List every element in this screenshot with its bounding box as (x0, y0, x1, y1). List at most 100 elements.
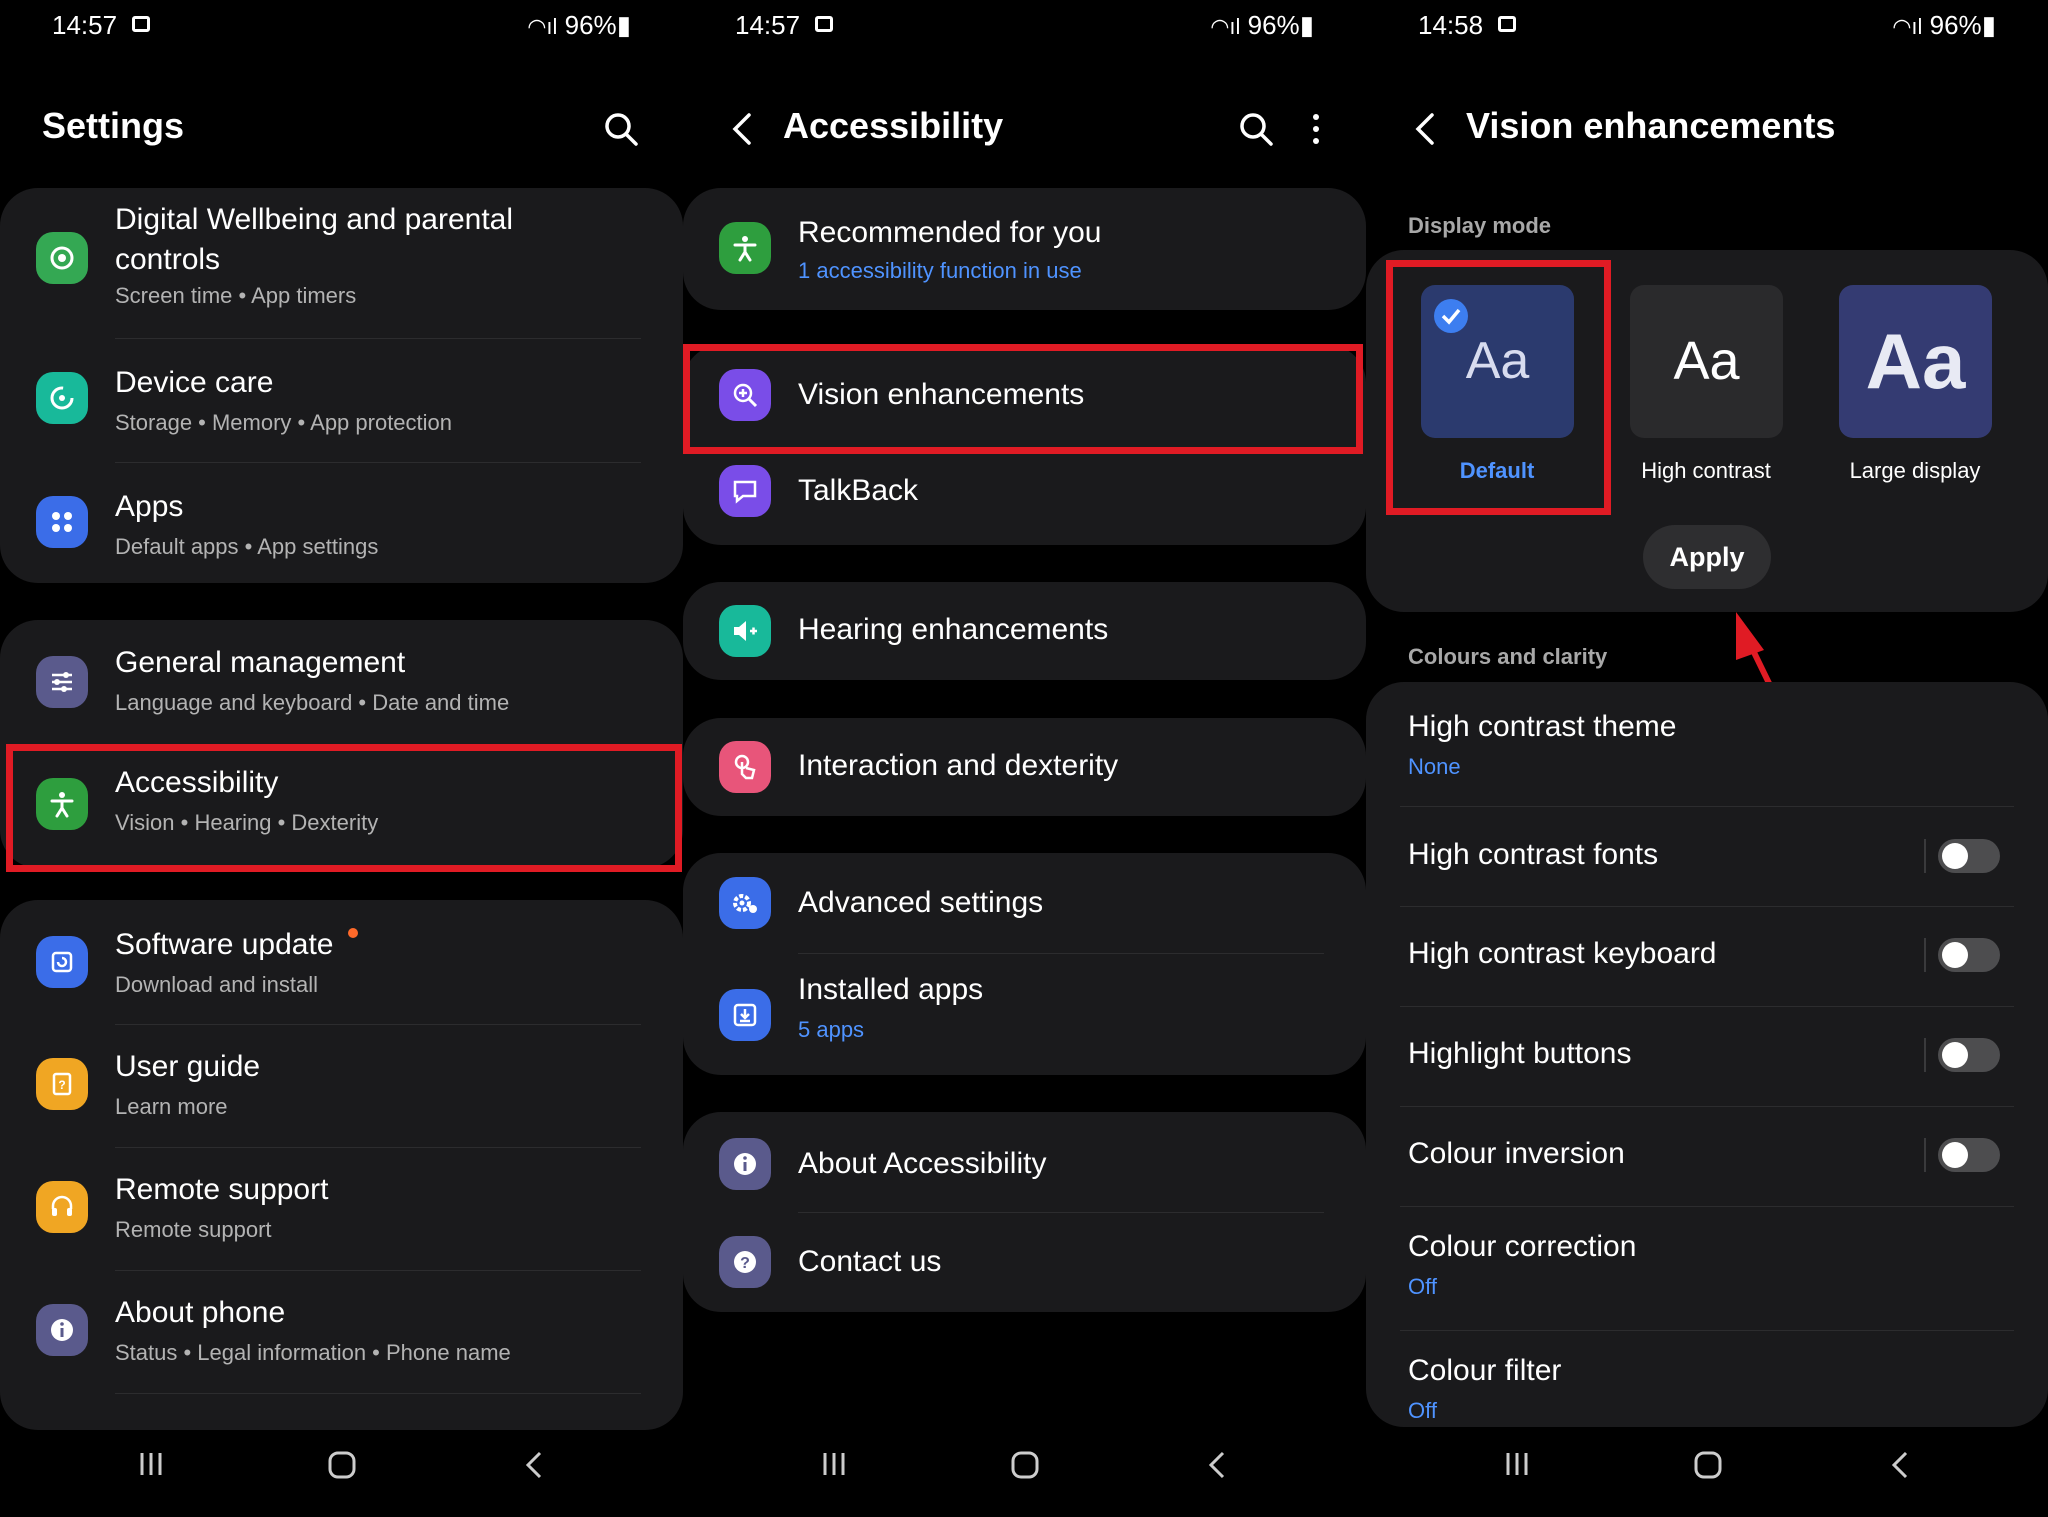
item-title: Highlight buttons (1408, 1037, 1632, 1070)
more-options-icon[interactable] (1306, 109, 1326, 149)
setting-colour-correction[interactable]: Colour correction Off (1366, 1206, 2048, 1330)
back-arrow-icon[interactable] (723, 109, 763, 149)
item-subtitle: 1 accessibility function in use (798, 258, 1082, 283)
a11y-item-installed-apps[interactable]: Installed apps 5 apps (683, 953, 1366, 1075)
status-time: 14:57 (52, 10, 118, 40)
status-time: 14:57 (735, 10, 801, 40)
back-icon[interactable] (1203, 1449, 1233, 1481)
divider (115, 1393, 641, 1394)
item-subtitle: Default apps • App settings (115, 534, 379, 559)
item-subtitle: Remote support (115, 1217, 272, 1242)
navigation-bar (0, 1427, 683, 1517)
navigation-bar (683, 1427, 1366, 1517)
recent-apps-icon[interactable] (136, 1449, 166, 1479)
general-management-icon (36, 656, 88, 708)
toggle-switch[interactable] (1938, 1138, 2000, 1172)
toggle-switch[interactable] (1938, 938, 2000, 972)
status-bar: 14:57 ◠ıl 96%▮ (0, 10, 683, 50)
battery-icon: ▮ (1299, 10, 1314, 40)
settings-screen: 14:57 ◠ıl 96%▮ Settings Digital Wellbein… (0, 0, 683, 1517)
item-title: TalkBack (798, 474, 919, 507)
item-title: Colour correction (1408, 1230, 1637, 1263)
svg-text:?: ? (740, 1255, 750, 1272)
a11y-item-advanced-settings[interactable]: Advanced settings (683, 853, 1366, 953)
settings-item-device-care[interactable]: Device care Storage • Memory • App prote… (0, 338, 683, 462)
item-title: Hearing enhancements (798, 613, 1109, 646)
home-icon[interactable] (1009, 1449, 1041, 1481)
item-title: Installed apps (798, 973, 984, 1006)
status-right: ◠ıl 96%▮ (527, 10, 631, 41)
notification-dot (348, 928, 358, 938)
item-subtitle: Learn more (115, 1094, 228, 1119)
item-title: Digital Wellbeing and parental controls (115, 203, 514, 276)
software-update-icon (36, 936, 88, 988)
svg-text:?: ? (58, 1078, 65, 1092)
item-subtitle: Storage • Memory • App protection (115, 410, 453, 435)
item-subtitle: Screen time • App timers (115, 283, 357, 308)
accessibility-screen: 14:57 ◠ıl 96%▮ Accessibility Recommended… (683, 0, 1366, 1517)
divider (1924, 938, 1926, 972)
divider (1924, 1038, 1926, 1072)
setting-highlight-buttons[interactable]: Highlight buttons (1366, 1006, 2048, 1106)
setting-colour-filter[interactable]: Colour filter Off (1366, 1330, 2048, 1427)
toggle-switch[interactable] (1938, 839, 2000, 873)
settings-item-general-management[interactable]: General management Language and keyboard… (0, 620, 683, 744)
vision-enhancements-screen: 14:58 ◠ıl 96%▮ Vision enhancements Displ… (1366, 0, 2048, 1517)
a11y-item-recommended[interactable]: Recommended for you 1 accessibility func… (683, 188, 1366, 310)
search-icon[interactable] (1236, 109, 1276, 149)
home-icon[interactable] (1692, 1449, 1724, 1481)
item-subtitle: Status • Legal information • Phone name (115, 1340, 511, 1365)
settings-item-remote-support[interactable]: Remote support Remote support (0, 1147, 683, 1270)
colours-card: High contrast theme None High contrast f… (1366, 682, 2048, 1427)
setting-high-contrast-theme[interactable]: High contrast theme None (1366, 682, 2048, 806)
toggle-switch[interactable] (1938, 1038, 2000, 1072)
info-icon (719, 1138, 771, 1190)
item-title: User guide (115, 1050, 261, 1083)
divider (1924, 839, 1926, 873)
navigation-bar (1366, 1427, 2048, 1517)
recommended-card: Recommended for you 1 accessibility func… (683, 188, 1366, 310)
a11y-item-about[interactable]: About Accessibility (683, 1112, 1366, 1212)
accessibility-icon (719, 222, 771, 274)
home-icon[interactable] (326, 1449, 358, 1481)
battery-icon: ▮ (616, 10, 631, 40)
search-icon[interactable] (601, 109, 641, 149)
recent-apps-icon[interactable] (1502, 1449, 1532, 1479)
interaction-card: Interaction and dexterity (683, 718, 1366, 816)
settings-item-about-phone[interactable]: About phone Status • Legal information •… (0, 1270, 683, 1393)
talkback-icon (719, 465, 771, 517)
settings-item-apps[interactable]: Apps Default apps • App settings (0, 462, 683, 583)
recent-apps-icon[interactable] (819, 1449, 849, 1479)
setting-high-contrast-keyboard[interactable]: High contrast keyboard (1366, 906, 2048, 1006)
a11y-item-contact-us[interactable]: ? Contact us (683, 1212, 1366, 1312)
divider (1924, 1138, 1926, 1172)
item-title: About phone (115, 1296, 286, 1329)
a11y-item-interaction[interactable]: Interaction and dexterity (683, 718, 1366, 816)
settings-item-wellbeing[interactable]: Digital Wellbeing and parental controls … (0, 188, 683, 338)
item-subtitle: Off (1408, 1398, 1437, 1423)
item-title: High contrast keyboard (1408, 937, 1717, 970)
settings-item-software-update[interactable]: Software update Download and install (0, 900, 683, 1024)
back-icon[interactable] (520, 1449, 550, 1481)
setting-colour-inversion[interactable]: Colour inversion (1366, 1106, 2048, 1206)
item-title: Software update (115, 928, 334, 961)
settings-item-user-guide[interactable]: ? User guide Learn more (0, 1024, 683, 1147)
installed-apps-icon (719, 989, 771, 1041)
about-phone-icon (36, 1304, 88, 1356)
highlight-box (6, 744, 682, 872)
settings-group-3: Software update Download and install ? U… (0, 900, 683, 1430)
settings-header: Settings (0, 105, 683, 165)
setting-high-contrast-fonts[interactable]: High contrast fonts (1366, 806, 2048, 906)
wellbeing-icon (36, 232, 88, 284)
settings-group-1: Digital Wellbeing and parental controls … (0, 188, 683, 583)
about-card: About Accessibility ? Contact us (683, 1112, 1366, 1312)
back-icon[interactable] (1886, 1449, 1916, 1481)
item-title: High contrast theme (1408, 710, 1677, 743)
battery-level: 96% (1247, 10, 1300, 40)
a11y-item-talkback[interactable]: TalkBack (683, 445, 1366, 545)
toggle-knob (1942, 1042, 1968, 1068)
item-title: About Accessibility (798, 1147, 1047, 1180)
advanced-settings-icon (719, 877, 771, 929)
a11y-item-hearing[interactable]: Hearing enhancements (683, 582, 1366, 680)
page-title: Settings (42, 105, 185, 146)
